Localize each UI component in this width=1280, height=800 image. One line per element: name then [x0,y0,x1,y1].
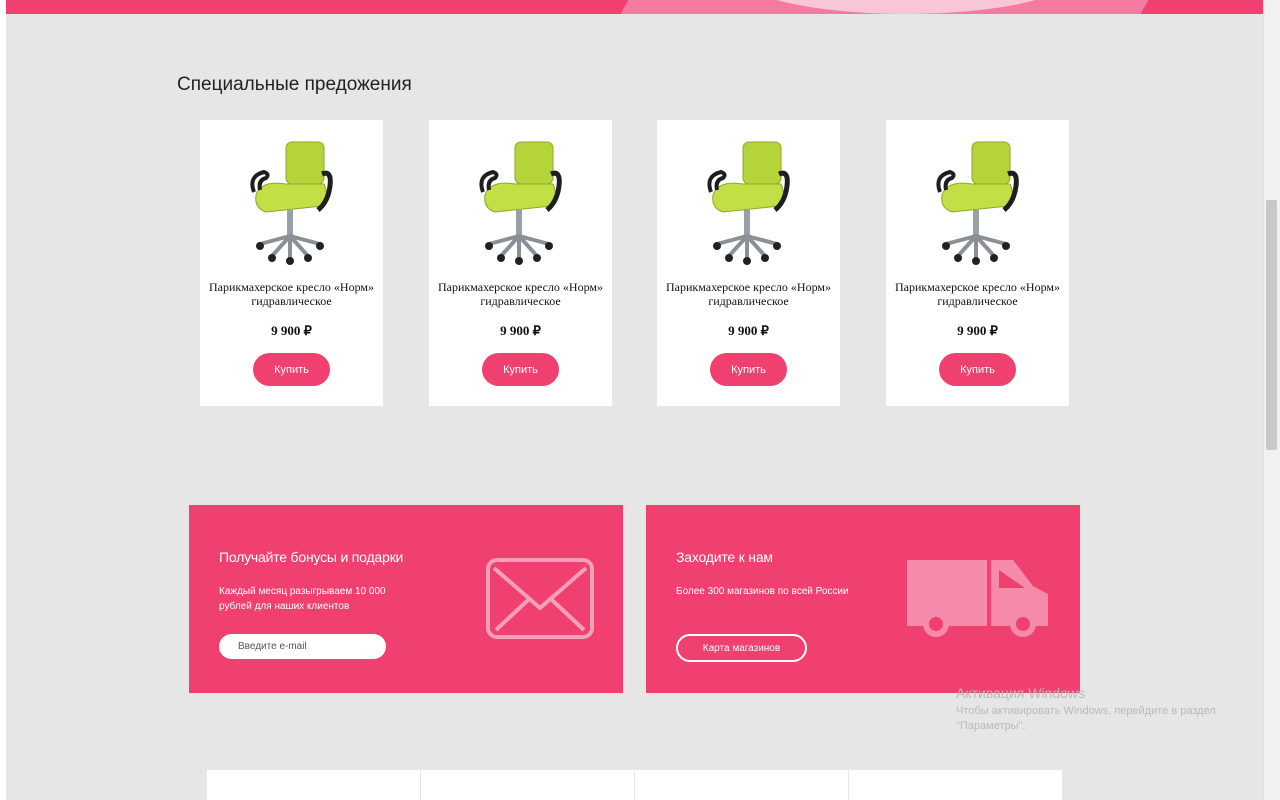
watermark-title: Активация Windows [956,685,1086,701]
watermark-text: "Параметры". [956,720,1026,732]
promo-title: Заходите к нам [676,549,773,565]
product-card[interactable]: Парикмахерское кресло «Норм» гидравличес… [657,120,840,406]
promo-text: Каждый месяц разыгрываем 10 000 рублей д… [219,586,386,612]
feature-tile [849,770,1062,800]
section-title: Специальные предожения [177,74,412,95]
windows-activation-watermark: Активация Windows Чтобы активировать Win… [956,685,1216,734]
scrollbar-thumb[interactable] [1266,200,1277,450]
chair-image[interactable] [246,140,336,265]
product-name[interactable]: Парикмахерское кресло «Норм» гидравличес… [657,280,840,308]
chair-image[interactable] [475,140,565,265]
promo-title: Получайте бонусы и подарки [219,549,404,565]
product-card[interactable]: Парикмахерское кресло «Норм» гидравличес… [200,120,383,406]
product-price: 9 900 ₽ [500,323,541,338]
buy-button[interactable]: Купить [939,353,1016,386]
stores-promo-block: Заходите к нам Более 300 магазинов по вс… [646,505,1080,693]
product-price: 9 900 ₽ [728,323,769,338]
store-map-button[interactable]: Карта магазинов [676,634,807,662]
product-name[interactable]: Парикмахерское кресло «Норм» гидравличес… [429,280,612,308]
page-scrollbar[interactable] [1263,0,1280,800]
page-left-edge [0,0,6,800]
promo-text: Более 300 магазинов по всей России [676,586,849,597]
feature-tile [421,770,634,800]
buy-button[interactable]: Купить [482,353,559,386]
chair-image[interactable] [703,140,793,265]
product-card[interactable]: Парикмахерское кресло «Норм» гидравличес… [429,120,612,406]
truck-icon [907,560,1048,637]
chair-image[interactable] [932,140,1022,265]
feature-tile [635,770,848,800]
top-banner [6,0,1263,14]
product-price: 9 900 ₽ [271,323,312,338]
watermark-text: Чтобы активировать Windows, перейдите в … [956,705,1216,717]
email-input[interactable] [219,634,386,659]
feature-tile [207,770,420,800]
bonus-promo-block: Получайте бонусы и подарки Каждый месяц … [189,505,623,693]
buy-button[interactable]: Купить [253,353,330,386]
bottom-feature-row [207,770,1062,800]
product-name[interactable]: Парикмахерское кресло «Норм» гидравличес… [200,280,383,308]
envelope-icon [486,558,594,639]
product-name[interactable]: Парикмахерское кресло «Норм» гидравличес… [886,280,1069,308]
product-price: 9 900 ₽ [957,323,998,338]
product-list: Парикмахерское кресло «Норм» гидравличес… [200,120,1070,406]
product-card[interactable]: Парикмахерское кресло «Норм» гидравличес… [886,120,1069,406]
buy-button[interactable]: Купить [710,353,787,386]
